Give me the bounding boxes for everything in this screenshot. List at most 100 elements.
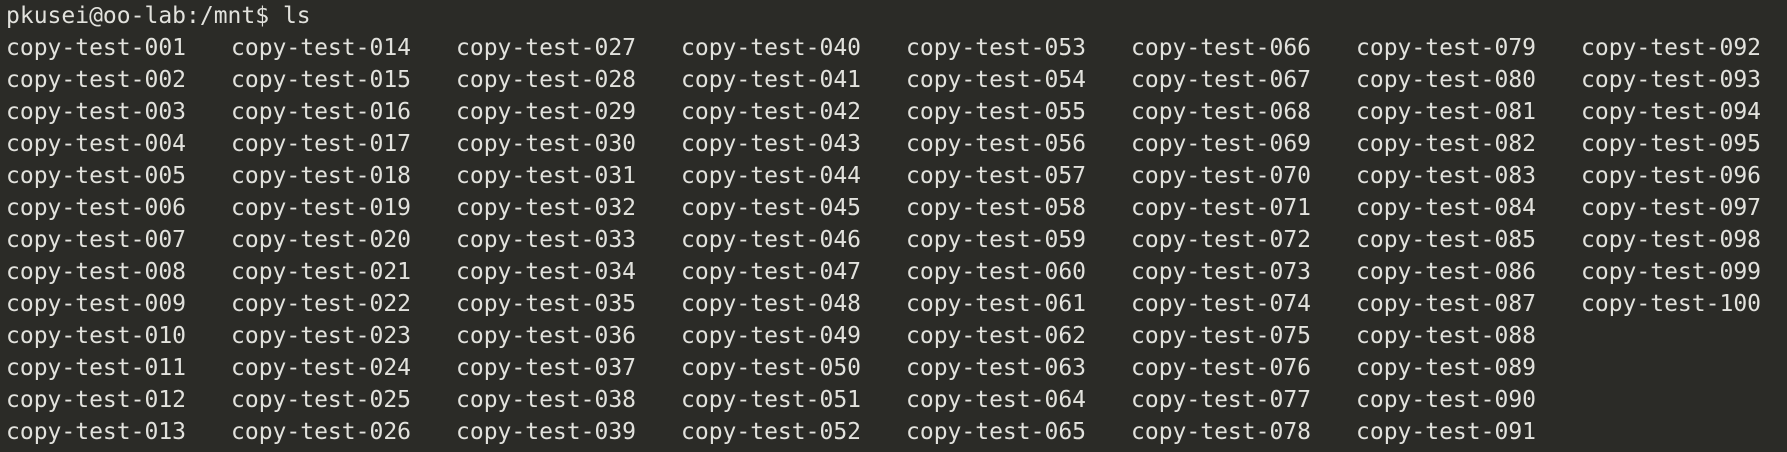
file-entry: copy-test-075 bbox=[1131, 323, 1312, 349]
file-entry: copy-test-046 bbox=[681, 227, 862, 253]
file-entry: copy-test-061 bbox=[906, 291, 1087, 317]
file-entry: copy-test-045 bbox=[681, 195, 862, 221]
file-entry: copy-test-094 bbox=[1581, 99, 1762, 125]
file-entry: copy-test-028 bbox=[456, 67, 637, 93]
file-entry: copy-test-012 bbox=[6, 387, 187, 413]
file-entry: copy-test-017 bbox=[231, 131, 412, 157]
file-entry: copy-test-021 bbox=[231, 259, 412, 285]
prompt-line: pkusei@oo-lab:/mnt$ ls bbox=[6, 0, 311, 32]
file-entry: copy-test-100 bbox=[1581, 291, 1762, 317]
file-entry: copy-test-088 bbox=[1356, 323, 1537, 349]
file-entry: copy-test-029 bbox=[456, 99, 637, 125]
file-entry: copy-test-041 bbox=[681, 67, 862, 93]
command-text: ls bbox=[282, 3, 311, 29]
file-entry: copy-test-003 bbox=[6, 99, 187, 125]
file-entry: copy-test-081 bbox=[1356, 99, 1537, 125]
file-entry: copy-test-009 bbox=[6, 291, 187, 317]
file-entry: copy-test-093 bbox=[1581, 67, 1762, 93]
file-entry: copy-test-001 bbox=[6, 35, 187, 61]
file-entry: copy-test-051 bbox=[681, 387, 862, 413]
file-entry: copy-test-087 bbox=[1356, 291, 1537, 317]
file-entry: copy-test-090 bbox=[1356, 387, 1537, 413]
file-entry: copy-test-072 bbox=[1131, 227, 1312, 253]
file-entry: copy-test-040 bbox=[681, 35, 862, 61]
file-entry: copy-test-086 bbox=[1356, 259, 1537, 285]
file-entry: copy-test-010 bbox=[6, 323, 187, 349]
file-entry: copy-test-092 bbox=[1581, 35, 1762, 61]
file-entry: copy-test-006 bbox=[6, 195, 187, 221]
file-entry: copy-test-067 bbox=[1131, 67, 1312, 93]
file-entry: copy-test-083 bbox=[1356, 163, 1537, 189]
file-entry: copy-test-038 bbox=[456, 387, 637, 413]
file-entry: copy-test-076 bbox=[1131, 355, 1312, 381]
file-entry: copy-test-020 bbox=[231, 227, 412, 253]
file-entry: copy-test-047 bbox=[681, 259, 862, 285]
file-entry: copy-test-005 bbox=[6, 163, 187, 189]
file-entry: copy-test-073 bbox=[1131, 259, 1312, 285]
file-entry: copy-test-063 bbox=[906, 355, 1087, 381]
file-entry: copy-test-032 bbox=[456, 195, 637, 221]
file-entry: copy-test-037 bbox=[456, 355, 637, 381]
file-entry: copy-test-055 bbox=[906, 99, 1087, 125]
file-entry: copy-test-042 bbox=[681, 99, 862, 125]
file-entry: copy-test-077 bbox=[1131, 387, 1312, 413]
file-entry: copy-test-070 bbox=[1131, 163, 1312, 189]
file-entry: copy-test-004 bbox=[6, 131, 187, 157]
file-entry: copy-test-036 bbox=[456, 323, 637, 349]
file-entry: copy-test-048 bbox=[681, 291, 862, 317]
file-entry: copy-test-052 bbox=[681, 419, 862, 445]
file-entry: copy-test-049 bbox=[681, 323, 862, 349]
file-entry: copy-test-066 bbox=[1131, 35, 1312, 61]
file-entry: copy-test-023 bbox=[231, 323, 412, 349]
file-entry: copy-test-013 bbox=[6, 419, 187, 445]
ls-output: copy-test-001 copy-test-002 copy-test-003 c… bbox=[6, 32, 1787, 448]
file-entry: copy-test-007 bbox=[6, 227, 187, 253]
file-entry: copy-test-068 bbox=[1131, 99, 1312, 125]
file-entry: copy-test-082 bbox=[1356, 131, 1537, 157]
file-entry: copy-test-074 bbox=[1131, 291, 1312, 317]
file-entry: copy-test-096 bbox=[1581, 163, 1762, 189]
file-entry: copy-test-035 bbox=[456, 291, 637, 317]
file-entry: copy-test-011 bbox=[6, 355, 187, 381]
file-entry: copy-test-019 bbox=[231, 195, 412, 221]
file-entry: copy-test-015 bbox=[231, 67, 412, 93]
file-entry: copy-test-091 bbox=[1356, 419, 1537, 445]
file-entry: copy-test-057 bbox=[906, 163, 1087, 189]
file-entry: copy-test-053 bbox=[906, 35, 1087, 61]
file-entry: copy-test-033 bbox=[456, 227, 637, 253]
file-entry: copy-test-064 bbox=[906, 387, 1087, 413]
file-entry: copy-test-080 bbox=[1356, 67, 1537, 93]
file-entry: copy-test-089 bbox=[1356, 355, 1537, 381]
file-entry: copy-test-060 bbox=[906, 259, 1087, 285]
file-entry: copy-test-031 bbox=[456, 163, 637, 189]
file-entry: copy-test-056 bbox=[906, 131, 1087, 157]
file-entry: copy-test-027 bbox=[456, 35, 637, 61]
file-entry: copy-test-095 bbox=[1581, 131, 1762, 157]
file-entry: copy-test-085 bbox=[1356, 227, 1537, 253]
file-entry: copy-test-062 bbox=[906, 323, 1087, 349]
file-entry: copy-test-030 bbox=[456, 131, 637, 157]
terminal-window[interactable]: pkusei@oo-lab:/mnt$ ls copy-test-001 copy… bbox=[0, 0, 1787, 452]
file-entry: copy-test-069 bbox=[1131, 131, 1312, 157]
file-entry: copy-test-018 bbox=[231, 163, 412, 189]
file-entry: copy-test-044 bbox=[681, 163, 862, 189]
file-entry: copy-test-054 bbox=[906, 67, 1087, 93]
file-entry: copy-test-050 bbox=[681, 355, 862, 381]
file-entry: copy-test-014 bbox=[231, 35, 412, 61]
file-entry: copy-test-008 bbox=[6, 259, 187, 285]
file-entry: copy-test-099 bbox=[1581, 259, 1762, 285]
file-entry: copy-test-079 bbox=[1356, 35, 1537, 61]
file-entry: copy-test-002 bbox=[6, 67, 187, 93]
file-entry: copy-test-026 bbox=[231, 419, 412, 445]
file-entry: copy-test-034 bbox=[456, 259, 637, 285]
file-entry: copy-test-065 bbox=[906, 419, 1087, 445]
file-entry: copy-test-058 bbox=[906, 195, 1087, 221]
file-entry: copy-test-039 bbox=[456, 419, 637, 445]
shell-prompt: pkusei@oo-lab:/mnt$ bbox=[6, 3, 283, 29]
file-entry: copy-test-059 bbox=[906, 227, 1087, 253]
file-entry: copy-test-016 bbox=[231, 99, 412, 125]
file-entry: copy-test-097 bbox=[1581, 195, 1762, 221]
file-entry: copy-test-025 bbox=[231, 387, 412, 413]
file-entry: copy-test-024 bbox=[231, 355, 412, 381]
file-entry: copy-test-071 bbox=[1131, 195, 1312, 221]
